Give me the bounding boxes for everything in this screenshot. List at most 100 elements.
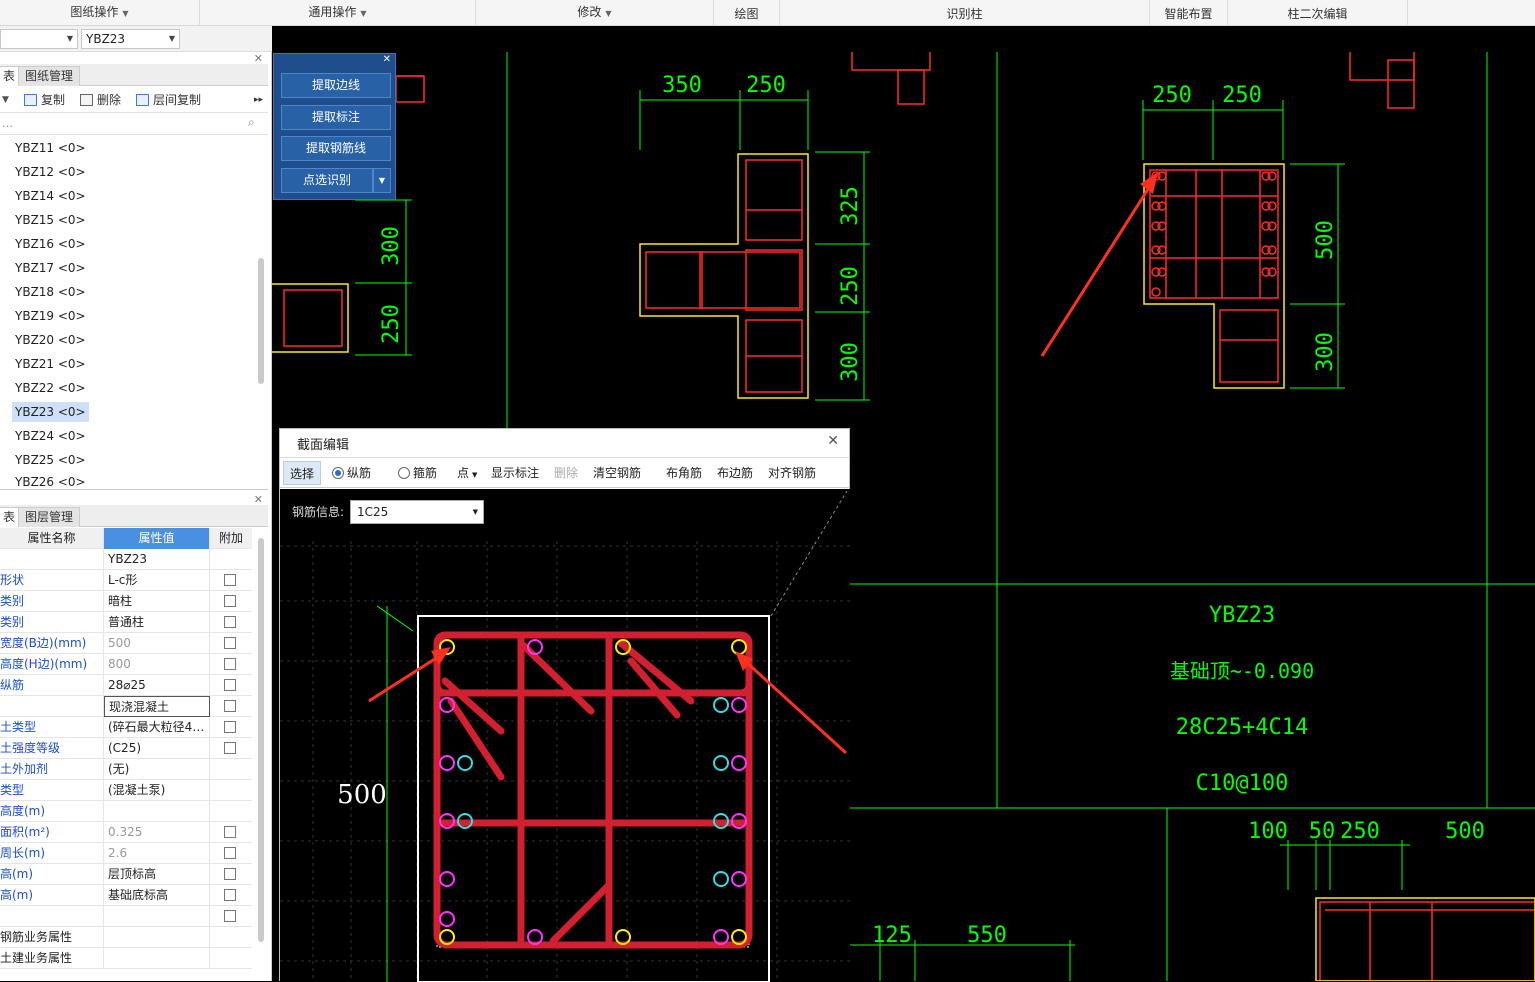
checkbox[interactable] bbox=[224, 826, 236, 838]
tree-scrollbar[interactable] bbox=[258, 258, 264, 384]
close-icon[interactable]: ✕ bbox=[827, 433, 839, 449]
property-value[interactable]: 现浇混凝土 bbox=[104, 696, 210, 717]
property-value[interactable]: 500 bbox=[104, 633, 210, 654]
ribbon-smart-layout[interactable]: 智能布置 bbox=[1150, 0, 1228, 26]
property-value[interactable]: L-c形 bbox=[104, 570, 210, 591]
property-row[interactable]: 纵筋 28⌀25 bbox=[0, 675, 252, 696]
ribbon-modify[interactable]: 修改 ▼ bbox=[476, 0, 714, 26]
align-rebar-button[interactable]: 对齐钢筋 bbox=[768, 460, 816, 486]
ribbon-common-ops[interactable]: 通用操作 ▼ bbox=[200, 0, 476, 26]
property-row[interactable]: 类别 普通柱 bbox=[0, 612, 252, 633]
property-value[interactable]: (C25) bbox=[104, 738, 210, 759]
corner-rebar-button[interactable]: 布角筋 bbox=[666, 460, 702, 486]
extract-edge-button[interactable]: 提取边线 bbox=[281, 73, 391, 98]
edge-rebar-button[interactable]: 布边筋 bbox=[717, 460, 753, 486]
property-value[interactable]: 层顶标高 bbox=[104, 864, 210, 885]
tree-item[interactable]: YBZ12 <0> bbox=[12, 162, 89, 182]
checkbox[interactable] bbox=[224, 574, 236, 586]
close-icon[interactable]: ✕ bbox=[383, 54, 391, 66]
property-row[interactable]: 土强度等级 (C25) bbox=[0, 738, 252, 759]
tree-item[interactable]: YBZ24 <0> bbox=[12, 426, 89, 446]
checkbox[interactable] bbox=[224, 700, 236, 712]
checkbox[interactable] bbox=[224, 889, 236, 901]
property-row[interactable]: 宽度(B边)(mm) 500 bbox=[0, 633, 252, 654]
show-label-button[interactable]: 显示标注 bbox=[491, 460, 539, 486]
tree-item-selected[interactable]: YBZ23 <0> bbox=[12, 402, 89, 422]
tree-item[interactable]: YBZ18 <0> bbox=[12, 282, 89, 302]
extract-label-button[interactable]: 提取标注 bbox=[281, 105, 391, 130]
tree-item[interactable]: YBZ25 <0> bbox=[12, 450, 89, 470]
copy-button[interactable]: 复制 bbox=[24, 91, 65, 109]
rebar-info-select[interactable]: 1C25 ▼ bbox=[350, 500, 484, 524]
checkbox[interactable] bbox=[224, 868, 236, 880]
clear-rebar-button[interactable]: 清空钢筋 bbox=[593, 460, 641, 486]
property-row[interactable]: 形状 L-c形 bbox=[0, 570, 252, 591]
property-value[interactable]: (无) bbox=[104, 759, 210, 780]
checkbox[interactable] bbox=[224, 679, 236, 691]
tab-drawing-manager[interactable]: 图纸管理 bbox=[18, 66, 81, 86]
tree-item[interactable]: YBZ14 <0> bbox=[12, 186, 89, 206]
search-input[interactable]: … bbox=[2, 115, 242, 133]
extract-rebar-line-button[interactable]: 提取钢筋线 bbox=[281, 136, 391, 161]
property-value[interactable]: (混凝土泵) bbox=[104, 780, 210, 801]
checkbox[interactable] bbox=[224, 616, 236, 628]
point-identify-button[interactable]: 点选识别 bbox=[281, 168, 373, 193]
property-row[interactable]: 高(m) 基础底标高 bbox=[0, 885, 252, 906]
property-row[interactable]: 土外加剂 (无) bbox=[0, 759, 252, 780]
component-select[interactable]: YBZ23 ▼ bbox=[81, 29, 180, 49]
property-row[interactable]: 周长(m) 2.6 bbox=[0, 843, 252, 864]
tree-item[interactable]: YBZ26 <0> bbox=[12, 474, 89, 488]
section-canvas[interactable]: 500 钢筋信息: 1C25 ▼ bbox=[280, 489, 850, 982]
search-icon[interactable]: ⌕ bbox=[248, 115, 255, 130]
property-value[interactable]: 0.325 bbox=[104, 822, 210, 843]
property-row[interactable]: YBZ23 bbox=[0, 549, 252, 570]
property-row[interactable]: 面积(m²) 0.325 bbox=[0, 822, 252, 843]
property-row[interactable]: 土建业务属性 bbox=[0, 948, 252, 969]
property-scrollbar[interactable] bbox=[258, 538, 264, 942]
property-row[interactable]: 类别 暗柱 bbox=[0, 591, 252, 612]
more-icon[interactable]: ▸▸ bbox=[254, 91, 263, 109]
property-row[interactable]: 类型 (混凝土泵) bbox=[0, 780, 252, 801]
point-mode-dropdown[interactable]: 点 ▼ bbox=[457, 460, 477, 486]
property-value[interactable]: (碎石最大粒径4… bbox=[104, 717, 210, 738]
property-row[interactable] bbox=[0, 906, 252, 927]
property-row[interactable]: 土类型 (碎石最大粒径4… bbox=[0, 717, 252, 738]
property-row[interactable]: 现浇混凝土 bbox=[0, 696, 252, 717]
tree-item[interactable]: YBZ21 <0> bbox=[12, 354, 89, 374]
property-value[interactable]: 普通柱 bbox=[104, 612, 210, 633]
checkbox[interactable] bbox=[224, 910, 236, 922]
checkbox[interactable] bbox=[224, 637, 236, 649]
property-row[interactable]: 高度(H边)(mm) 800 bbox=[0, 654, 252, 675]
property-value[interactable]: YBZ23 bbox=[104, 549, 210, 570]
property-value[interactable] bbox=[104, 801, 210, 822]
ribbon-draw[interactable]: 绘图 bbox=[714, 0, 780, 26]
ribbon-identify-column[interactable]: 识别柱 bbox=[780, 0, 1150, 26]
floor-copy-button[interactable]: 层间复制 bbox=[136, 91, 201, 109]
tab-layer-manager[interactable]: 图层管理 bbox=[18, 507, 81, 527]
checkbox[interactable] bbox=[224, 721, 236, 733]
ribbon-column-secondary-edit[interactable]: 柱二次编辑 bbox=[1228, 0, 1408, 26]
checkbox[interactable] bbox=[224, 847, 236, 859]
property-value[interactable]: 28⌀25 bbox=[104, 675, 210, 696]
checkbox[interactable] bbox=[224, 742, 236, 754]
tree-item[interactable]: YBZ17 <0> bbox=[12, 258, 89, 278]
ribbon-drawing-ops[interactable]: 图纸操作 ▼ bbox=[0, 0, 200, 26]
tree-item[interactable]: YBZ19 <0> bbox=[12, 306, 89, 326]
property-value[interactable] bbox=[104, 948, 210, 969]
tree-item[interactable]: YBZ16 <0> bbox=[12, 234, 89, 254]
tree-item[interactable]: YBZ11 <0> bbox=[12, 138, 89, 158]
property-row[interactable]: 高(m) 层顶标高 bbox=[0, 864, 252, 885]
floor-select[interactable]: ▼ bbox=[0, 29, 78, 49]
point-identify-dropdown[interactable]: ▼ bbox=[373, 168, 391, 193]
property-value[interactable]: 基础底标高 bbox=[104, 885, 210, 906]
property-value[interactable]: 800 bbox=[104, 654, 210, 675]
delete-button[interactable]: 删除 bbox=[80, 91, 121, 109]
property-row[interactable]: 钢筋业务属性 bbox=[0, 927, 252, 948]
tree-item[interactable]: YBZ22 <0> bbox=[12, 378, 89, 398]
property-row[interactable]: 高度(m) bbox=[0, 801, 252, 822]
tree-item[interactable]: YBZ20 <0> bbox=[12, 330, 89, 350]
property-value[interactable]: 2.6 bbox=[104, 843, 210, 864]
select-button[interactable]: 选择 bbox=[283, 461, 322, 485]
checkbox[interactable] bbox=[224, 595, 236, 607]
longitudinal-radio[interactable]: 纵筋 bbox=[332, 460, 371, 486]
